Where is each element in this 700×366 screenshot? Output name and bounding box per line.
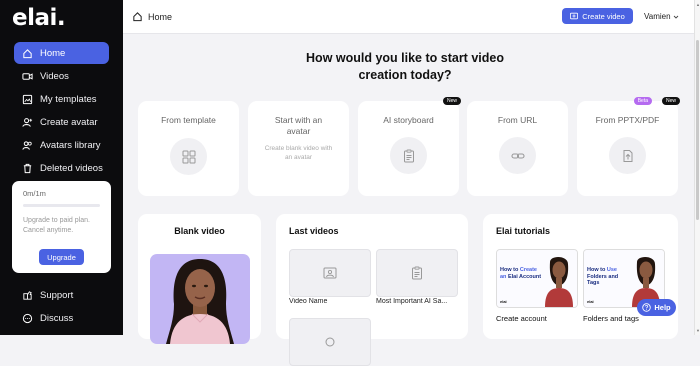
option-subtitle: Create blank video with an avatar <box>264 145 333 161</box>
tutorial-thumbnail[interactable]: How to Create an Elai Account elai <box>496 249 578 308</box>
sidebar-item-discuss[interactable]: Discuss <box>14 307 109 329</box>
home-icon <box>22 48 33 59</box>
link-icon <box>499 137 536 174</box>
support-icon <box>22 290 33 301</box>
grid-icon <box>170 138 207 175</box>
option-start-with-avatar[interactable]: Start with an avatar Create blank video … <box>248 101 349 196</box>
sidebar-item-label: Avatars library <box>40 140 101 152</box>
option-ai-storyboard[interactable]: New AI storyboard <box>358 97 461 196</box>
last-videos-panel: Last videos Video Name Most Important AI… <box>276 214 468 366</box>
plan-card: 0m/1m Upgrade to paid plan. Cancel anyti… <box>12 181 111 273</box>
templates-icon <box>22 94 33 105</box>
tutorial-thumb-title: How to Create an Elai Account <box>500 267 542 280</box>
blank-video-title: Blank video <box>174 226 225 236</box>
new-badge: New <box>442 97 461 105</box>
chevron-down-icon <box>673 15 678 19</box>
file-upload-icon <box>609 137 646 174</box>
help-label: Help <box>654 303 671 312</box>
option-title: Start with an avatar <box>274 115 323 136</box>
new-badge: New <box>661 97 680 105</box>
create-avatar-icon <box>22 117 33 128</box>
chat-icon <box>22 313 33 324</box>
help-button[interactable]: Help <box>637 299 676 316</box>
elai-logo: elai <box>587 299 594 304</box>
scroll-thumb[interactable] <box>696 40 699 220</box>
minutes-usage: 0m/1m <box>23 189 46 198</box>
scroll-down-arrow[interactable]: ▼ <box>696 328 700 333</box>
user-menu[interactable]: Vamien <box>644 12 679 21</box>
sidebar-item-label: Deleted videos <box>40 163 103 175</box>
breadcrumb[interactable]: Home <box>148 12 172 22</box>
video-name[interactable]: Video Name <box>289 298 369 305</box>
clipboard-icon <box>390 137 427 174</box>
sidebar-item-support[interactable]: Support <box>14 284 109 306</box>
user-name: Vamien <box>644 12 671 21</box>
help-icon <box>642 303 652 312</box>
sidebar-item-label: Create avatar <box>40 117 98 129</box>
create-video-label: Create video <box>582 11 625 21</box>
video-thumbnail[interactable] <box>376 249 458 297</box>
video-camera-icon <box>22 71 33 82</box>
option-title: From PPTX/PDF <box>595 115 660 125</box>
sidebar-bottom-nav: Support Discuss <box>0 284 123 330</box>
sidebar-nav: Home Videos My templates Create avatar A… <box>0 42 123 181</box>
tutorial-thumb-title: How to Use Folders and Tags <box>587 267 619 286</box>
create-video-button[interactable]: Create video <box>562 8 633 24</box>
sidebar-item-label: Videos <box>40 70 69 82</box>
video-thumbnail[interactable] <box>289 318 371 366</box>
minutes-progress-bar <box>23 204 100 207</box>
sidebar-item-videos[interactable]: Videos <box>14 65 109 87</box>
sidebar-item-label: Home <box>40 47 66 59</box>
image-icon <box>325 337 335 347</box>
sidebar-item-label: Discuss <box>40 312 74 324</box>
blank-video-panel[interactable]: Blank video <box>138 214 261 344</box>
option-title: From template <box>161 115 216 125</box>
tutorials-title: Elai tutorials <box>496 226 551 236</box>
elai-logo[interactable]: elai. <box>12 5 66 31</box>
option-from-url[interactable]: From URL <box>467 101 568 196</box>
option-from-template[interactable]: From template <box>138 101 239 196</box>
last-videos-title: Last videos <box>289 226 339 236</box>
sidebar-item-create-avatar[interactable]: Create avatar <box>14 112 109 134</box>
sidebar: elai. Home Videos My templates Create av… <box>0 0 123 335</box>
scrollbar[interactable]: ▲ ▼ <box>694 0 700 335</box>
video-name[interactable]: Most Important AI Sa... <box>376 298 456 305</box>
avatars-library-icon <box>22 140 33 151</box>
beta-badge: Beta <box>633 97 652 105</box>
option-title: AI storyboard <box>383 115 434 125</box>
trash-icon <box>22 163 33 174</box>
sidebar-item-my-templates[interactable]: My templates <box>14 88 109 110</box>
video-thumbnail[interactable] <box>289 249 371 297</box>
page-headline: How would you like to start video creati… <box>306 51 504 82</box>
home-icon[interactable] <box>132 11 143 22</box>
sidebar-item-label: Support <box>40 289 74 301</box>
upgrade-note: Upgrade to paid plan. Cancel anytime. <box>23 217 90 234</box>
option-from-pptx-pdf[interactable]: Beta New From PPTX/PDF <box>577 97 680 196</box>
sidebar-item-deleted-videos[interactable]: Deleted videos <box>14 158 109 180</box>
option-title: From URL <box>497 115 538 125</box>
avatar-image <box>150 254 250 344</box>
sidebar-item-home[interactable]: Home <box>14 42 109 64</box>
scroll-up-arrow[interactable]: ▲ <box>696 2 700 7</box>
sidebar-item-avatars-library[interactable]: Avatars library <box>14 135 109 157</box>
upgrade-button[interactable]: Upgrade <box>39 249 84 265</box>
add-video-icon <box>570 12 579 20</box>
tutorial-caption[interactable]: Folders and tags <box>583 314 639 323</box>
tutorial-caption[interactable]: Create account <box>496 314 547 323</box>
image-icon <box>323 267 337 279</box>
top-header: Home Create video Vamien <box>123 0 694 34</box>
elai-logo: elai <box>500 299 507 304</box>
tutorials-panel: Elai tutorials How to Create an Elai Acc… <box>483 214 678 339</box>
sidebar-item-label: My templates <box>40 93 97 105</box>
clipboard-icon <box>412 266 422 280</box>
